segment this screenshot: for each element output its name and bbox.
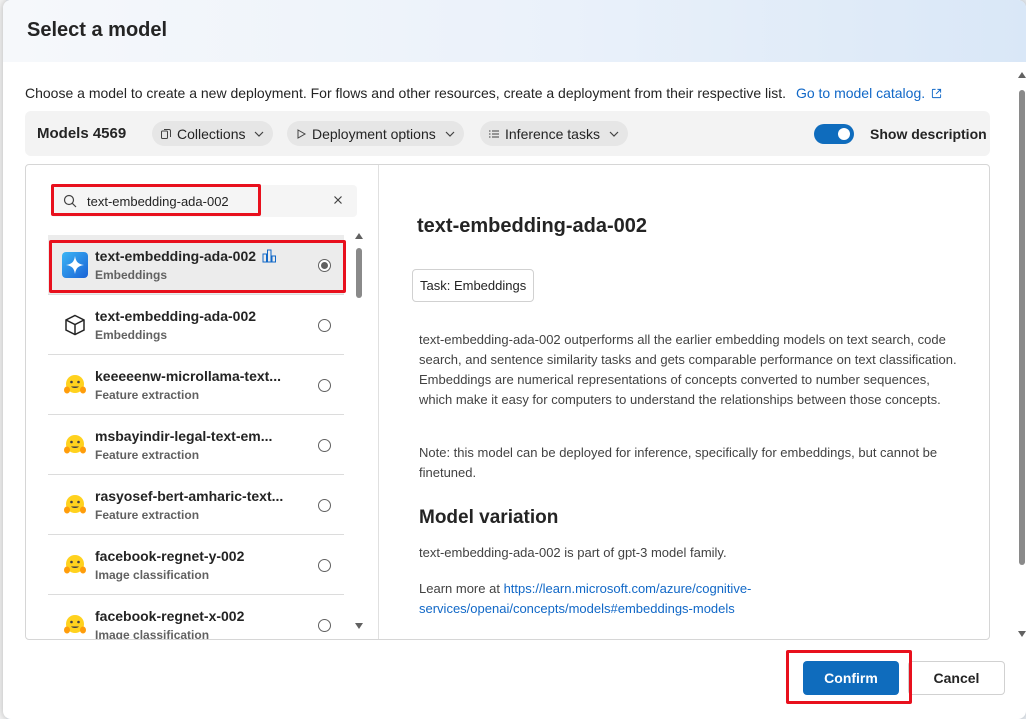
cancel-button[interactable]: Cancel <box>908 661 1005 695</box>
model-search-input[interactable] <box>87 191 317 211</box>
detail-title: text-embedding-ada-002 <box>417 215 648 237</box>
scrollbar-thumb[interactable] <box>356 248 362 298</box>
chevron-down-icon <box>609 131 619 137</box>
task-tag: Task: Embeddings <box>412 269 535 302</box>
model-variation-heading: Model variation <box>419 507 559 528</box>
model-name: facebook-regnet-y-002 <box>95 548 245 564</box>
learn-more: Learn more at https://learn.microsoft.co… <box>419 579 839 619</box>
hugging-face-icon <box>64 435 86 454</box>
dialog-header: Select a model <box>3 0 1026 62</box>
play-icon <box>297 128 307 139</box>
intro-text: Choose a model to create a new deploymen… <box>25 85 942 101</box>
model-catalog-link[interactable]: Go to model catalog. <box>796 85 942 101</box>
deployment-options-filter[interactable]: Deployment options <box>287 121 464 146</box>
model-task: Feature extraction <box>95 388 200 402</box>
cube-icon <box>65 314 85 336</box>
intro-message: Choose a model to create a new deploymen… <box>25 85 787 101</box>
model-radio[interactable] <box>318 379 331 392</box>
chevron-down-icon <box>255 131 264 137</box>
hugging-face-icon <box>64 495 86 514</box>
list-item[interactable]: facebook-regnet-y-002 Image classificati… <box>48 535 344 595</box>
model-radio[interactable] <box>318 439 331 452</box>
confirm-button[interactable]: Confirm <box>803 661 899 695</box>
model-list: text-embedding-ada-002 Embeddings text-e… <box>48 235 344 639</box>
scrollbar-thumb[interactable] <box>1019 90 1025 565</box>
list-item[interactable]: text-embedding-ada-002 Embeddings <box>48 235 344 295</box>
list-icon <box>489 130 499 137</box>
inference-tasks-filter[interactable]: Inference tasks <box>480 121 628 146</box>
collections-label: Collections <box>177 125 246 142</box>
close-icon[interactable] <box>331 193 345 207</box>
scroll-down-icon <box>1018 631 1026 637</box>
list-item[interactable]: text-embedding-ada-002 Embeddings <box>48 295 344 355</box>
model-name: text-embedding-ada-002 <box>95 248 277 264</box>
show-description-label: Show description <box>870 126 987 142</box>
model-name: keeeeenw-microllama-text... <box>95 368 281 384</box>
list-item[interactable]: keeeeenw-microllama-text... Feature extr… <box>48 355 344 415</box>
model-name: rasyosef-bert-amharic-text... <box>95 488 284 504</box>
inference-tasks-label: Inference tasks <box>505 125 600 142</box>
model-name: facebook-regnet-x-002 <box>95 608 245 624</box>
model-variation-text: text-embedding-ada-002 is part of gpt-3 … <box>419 545 727 560</box>
models-toolbar: Models 4569 Collections Deployment optio… <box>25 111 990 156</box>
model-catalog-link-label: Go to model catalog. <box>795 85 926 101</box>
model-task: Feature extraction <box>95 448 200 462</box>
deployment-options-label: Deployment options <box>312 125 436 142</box>
model-radio[interactable] <box>318 259 331 272</box>
azure-openai-icon <box>62 252 88 278</box>
model-task: Image classification <box>95 568 210 582</box>
select-model-dialog: Select a model Choose a model to create … <box>3 0 1026 719</box>
hugging-face-icon <box>64 555 86 574</box>
model-list-pane: text-embedding-ada-002 Embeddings text-e… <box>26 165 379 639</box>
model-task: Image classification <box>95 628 210 639</box>
collections-icon <box>161 128 171 139</box>
dialog-scrollbar[interactable] <box>1015 72 1026 637</box>
model-task: Feature extraction <box>95 508 200 522</box>
dialog-title: Select a model <box>27 19 168 41</box>
model-name: text-embedding-ada-002 <box>95 308 257 324</box>
external-link-icon <box>932 88 942 99</box>
scroll-down-icon <box>355 623 363 629</box>
model-list-scrollbar[interactable] <box>354 233 364 629</box>
toggle-knob <box>838 128 850 140</box>
search-icon <box>63 194 77 208</box>
show-description-toggle[interactable] <box>814 124 854 144</box>
scroll-up-icon <box>355 233 363 239</box>
hugging-face-icon <box>64 615 86 634</box>
list-item[interactable]: facebook-regnet-x-002 Image classificati… <box>48 595 344 639</box>
model-task: Embeddings <box>95 268 168 282</box>
scroll-up-icon <box>1018 72 1026 78</box>
model-note: Note: this model can be deployed for inf… <box>419 445 938 480</box>
learn-more-prefix: Learn more at <box>419 581 500 596</box>
list-item[interactable]: msbayindir-legal-text-em... Feature extr… <box>48 415 344 475</box>
model-name: msbayindir-legal-text-em... <box>95 428 273 444</box>
model-browser: text-embedding-ada-002 Embeddings text-e… <box>25 164 990 640</box>
model-radio[interactable] <box>318 319 331 332</box>
models-count: Models 4569 <box>37 125 127 142</box>
model-search-box <box>51 185 357 217</box>
model-detail-pane: text-embedding-ada-002 Task: Embeddings … <box>380 165 989 639</box>
chevron-down-icon <box>445 131 455 137</box>
model-radio[interactable] <box>318 619 331 632</box>
model-description: text-embedding-ada-002 outperforms all t… <box>419 332 957 407</box>
model-radio[interactable] <box>318 559 331 572</box>
model-task: Embeddings <box>95 328 168 342</box>
list-item[interactable]: rasyosef-bert-amharic-text... Feature ex… <box>48 475 344 535</box>
model-radio[interactable] <box>318 499 331 512</box>
benchmark-icon <box>262 249 277 263</box>
collections-filter[interactable]: Collections <box>152 121 274 146</box>
hugging-face-icon <box>64 375 86 394</box>
